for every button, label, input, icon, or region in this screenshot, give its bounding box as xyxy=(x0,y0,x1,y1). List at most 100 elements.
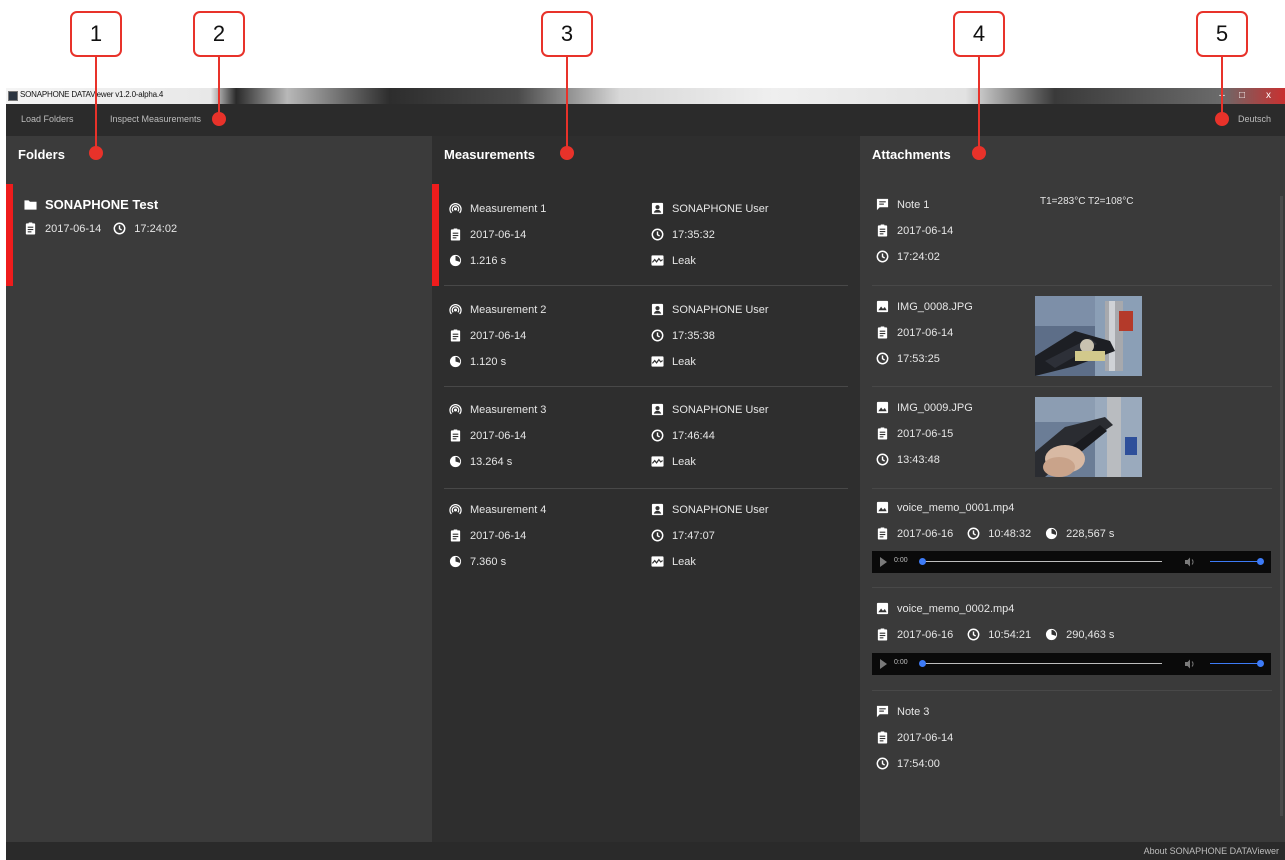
measurement-item[interactable]: Measurement 1 SONAPHONE User 2017-06-14 … xyxy=(432,184,860,286)
image-thumbnail[interactable] xyxy=(1035,397,1142,477)
callout-2: 2 xyxy=(193,11,245,57)
player-time: 0:00 xyxy=(894,557,908,564)
about-link[interactable]: About SONAPHONE DATAViewer xyxy=(1144,846,1279,856)
measurement-type: Leak xyxy=(672,254,696,267)
callout-line-4 xyxy=(978,57,980,152)
menu-language[interactable]: Deutsch xyxy=(1238,114,1271,124)
measurement-time: 17:47:07 xyxy=(672,529,715,542)
attachments-panel: Attachments Note 1 T1=283°C T2=108°C 201… xyxy=(860,136,1285,842)
seek-track[interactable] xyxy=(922,561,1162,562)
measurement-item[interactable]: Measurement 4 SONAPHONE User 2017-06-14 … xyxy=(432,489,860,590)
clock-icon xyxy=(651,529,664,542)
menu-load-folders[interactable]: Load Folders xyxy=(21,114,74,124)
duration-icon xyxy=(449,555,462,568)
folder-time: 17:24:02 xyxy=(134,222,178,235)
measurement-duration: 1.120 s xyxy=(470,355,507,368)
seek-track[interactable] xyxy=(922,663,1162,664)
attachment-image[interactable]: IMG_0008.JPG 2017-06-14 17:53:25 xyxy=(860,286,1275,386)
measurement-type: Leak xyxy=(672,555,696,568)
measurement-user: SONAPHONE User xyxy=(672,403,769,416)
clipboard-icon xyxy=(449,228,462,241)
attachment-date: 2017-06-16 xyxy=(897,527,954,540)
duration-icon xyxy=(449,455,462,468)
signal-icon xyxy=(449,403,462,416)
measurement-name: Measurement 3 xyxy=(470,403,547,416)
clock-icon xyxy=(876,757,889,770)
maximize-button[interactable]: □ xyxy=(1232,89,1252,102)
play-icon[interactable] xyxy=(880,659,887,669)
duration-icon xyxy=(449,355,462,368)
measurement-user: SONAPHONE User xyxy=(672,303,769,316)
clock-icon xyxy=(651,228,664,241)
attachment-time: 10:54:21 xyxy=(988,628,1032,641)
clock-icon xyxy=(967,527,980,540)
measurement-item[interactable]: Measurement 2 SONAPHONE User 2017-06-14 … xyxy=(432,286,860,387)
callout-dot-2 xyxy=(212,112,226,126)
attachment-date: 2017-06-16 xyxy=(897,628,954,641)
attachment-name: IMG_0008.JPG xyxy=(897,300,973,313)
player-time: 0:00 xyxy=(894,659,908,666)
measurement-duration: 1.216 s xyxy=(470,254,507,267)
volume-icon[interactable] xyxy=(1184,658,1196,670)
callout-dot-5 xyxy=(1215,112,1229,126)
attachment-audio[interactable]: voice_memo_0001.mp4 2017-06-16 10:48:32 … xyxy=(860,489,1275,586)
seek-handle[interactable] xyxy=(919,660,926,667)
measurement-name: Measurement 2 xyxy=(470,303,547,316)
attachment-time: 17:53:25 xyxy=(897,352,940,365)
waveform-icon xyxy=(651,555,664,568)
clipboard-icon xyxy=(876,731,889,744)
status-bar: About SONAPHONE DATAViewer xyxy=(6,842,1285,860)
folder-date: 2017-06-14 xyxy=(45,222,102,235)
volume-icon[interactable] xyxy=(1184,556,1196,568)
attachment-note[interactable]: Note 3 2017-06-14 17:54:00 xyxy=(860,691,1275,791)
folders-panel: Folders SONAPHONE Test 2017-06-14 17:24:… xyxy=(6,136,432,842)
attachment-image[interactable]: IMG_0009.JPG 2017-06-15 13:43:48 xyxy=(860,387,1275,487)
measurement-time: 17:46:44 xyxy=(672,429,715,442)
callout-dot-4 xyxy=(972,146,986,160)
signal-icon xyxy=(449,303,462,316)
clock-icon xyxy=(876,453,889,466)
measurement-date: 2017-06-14 xyxy=(470,228,527,241)
callout-line-2 xyxy=(218,57,220,119)
callout-dot-3 xyxy=(560,146,574,160)
clipboard-icon xyxy=(449,529,462,542)
close-button[interactable]: x xyxy=(1252,89,1285,102)
clipboard-icon xyxy=(449,429,462,442)
clipboard-icon xyxy=(876,427,889,440)
measurement-date: 2017-06-14 xyxy=(470,329,527,342)
folders-title: Folders xyxy=(18,147,65,162)
attachment-note[interactable]: Note 1 T1=283°C T2=108°C 2017-06-14 17:2… xyxy=(860,184,1275,284)
note-icon xyxy=(876,705,889,718)
user-icon xyxy=(651,503,664,516)
volume-track[interactable] xyxy=(1210,561,1259,562)
measurement-time: 17:35:38 xyxy=(672,329,715,342)
user-icon xyxy=(651,303,664,316)
measurement-item[interactable]: Measurement 3 SONAPHONE User 2017-06-14 … xyxy=(432,387,860,488)
measurements-panel: Measurements Measurement 1 SONAPHONE Use… xyxy=(432,136,860,842)
play-icon[interactable] xyxy=(880,557,887,567)
attachment-name: IMG_0009.JPG xyxy=(897,401,973,414)
attachment-audio[interactable]: voice_memo_0002.mp4 2017-06-16 10:54:21 … xyxy=(860,588,1275,688)
attachment-duration: 228,567 s xyxy=(1066,527,1115,540)
waveform-icon xyxy=(651,254,664,267)
note-icon xyxy=(876,198,889,211)
volume-track[interactable] xyxy=(1210,663,1259,664)
attachment-date: 2017-06-14 xyxy=(897,326,954,339)
seek-handle[interactable] xyxy=(919,558,926,565)
scrollbar[interactable] xyxy=(1280,196,1283,816)
volume-handle[interactable] xyxy=(1257,558,1264,565)
menu-inspect-measurements[interactable]: Inspect Measurements xyxy=(110,114,201,124)
menu-bar: Load Folders Inspect Measurements Deutsc… xyxy=(6,104,1285,136)
attachments-title: Attachments xyxy=(872,147,951,162)
volume-handle[interactable] xyxy=(1257,660,1264,667)
clock-icon xyxy=(113,222,126,235)
image-icon xyxy=(876,602,889,615)
callout-3: 3 xyxy=(541,11,593,57)
folder-item[interactable]: SONAPHONE Test 2017-06-14 17:24:02 xyxy=(6,184,432,286)
callout-dot-1 xyxy=(89,146,103,160)
clock-icon xyxy=(651,429,664,442)
folder-name: SONAPHONE Test xyxy=(45,197,159,212)
clipboard-icon xyxy=(876,224,889,237)
clock-icon xyxy=(876,352,889,365)
image-thumbnail[interactable] xyxy=(1035,296,1142,376)
